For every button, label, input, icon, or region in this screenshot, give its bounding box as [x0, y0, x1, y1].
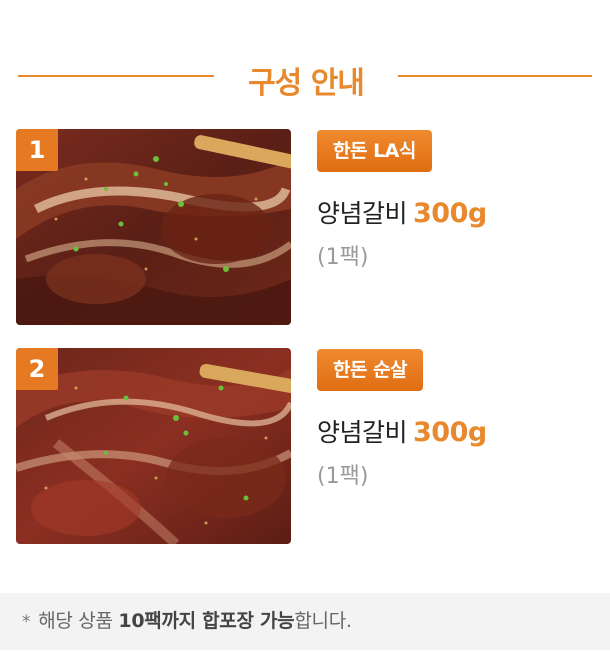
- notice-text: * 해당 상품 10팩까지 합포장 가능합니다.: [22, 593, 352, 651]
- item-tag: 한돈 순살: [317, 349, 424, 391]
- section-title: 구성 안내: [248, 66, 365, 101]
- item-tag: 한돈 LA식: [317, 130, 432, 172]
- section-header: 구성 안내: [0, 52, 610, 102]
- product-weight: 300g: [413, 198, 487, 229]
- product-photo-1: 1: [16, 129, 291, 325]
- product-name-text: 양념갈비: [317, 199, 408, 228]
- header-rule-left: [18, 75, 214, 77]
- item-number-badge: 2: [16, 348, 58, 390]
- notice-prefix: 해당 상품: [38, 610, 119, 632]
- product-weight: 300g: [413, 417, 487, 448]
- product-item-2: 2 한돈 순살 양념갈비 300g (1팩): [16, 348, 596, 544]
- notice-suffix: 합니다.: [294, 610, 352, 632]
- pack-count: (1팩): [317, 245, 369, 270]
- product-name: 양념갈비 300g: [317, 413, 487, 449]
- item-number-badge: 1: [16, 129, 58, 171]
- packaging-notice: * 해당 상품 10팩까지 합포장 가능합니다.: [0, 593, 610, 650]
- product-name: 양념갈비 300g: [317, 194, 487, 230]
- asterisk-icon: *: [22, 612, 31, 632]
- product-photo-2: 2: [16, 348, 291, 544]
- header-rule-right: [398, 75, 592, 77]
- product-item-1: 1 한돈 LA식 양념갈비 300g (1팩): [16, 129, 596, 325]
- product-name-text: 양념갈비: [317, 418, 408, 447]
- notice-highlight: 10팩까지 합포장 가능: [118, 610, 295, 632]
- pack-count: (1팩): [317, 464, 369, 489]
